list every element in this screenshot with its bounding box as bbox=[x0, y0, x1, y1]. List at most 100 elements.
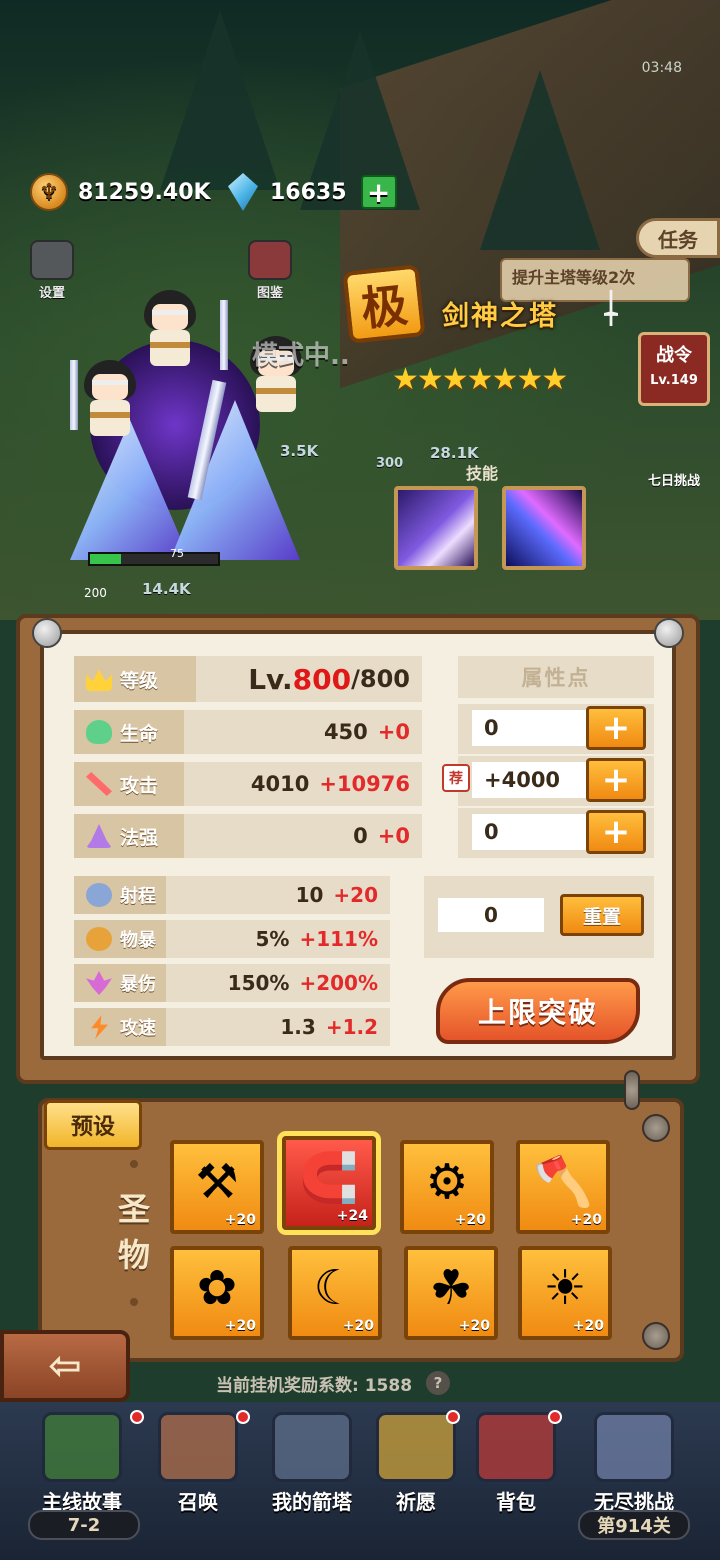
relic-level: +20 bbox=[458, 1318, 490, 1334]
notification-dot bbox=[130, 1410, 144, 1424]
add-attribute-button[interactable]: + bbox=[586, 706, 646, 750]
help-icon[interactable]: ? bbox=[426, 1371, 451, 1395]
nav-main-story[interactable]: 主线故事 bbox=[34, 1412, 130, 1522]
hp-bar-number: 75 bbox=[170, 547, 184, 560]
attribute-input[interactable]: 0 bbox=[472, 710, 590, 746]
back-button[interactable]: ⇦ bbox=[0, 1330, 130, 1402]
relic-level: +20 bbox=[342, 1318, 374, 1334]
crit-damage-icon bbox=[86, 971, 112, 995]
level-max: /800 bbox=[351, 665, 410, 693]
floating-sword bbox=[70, 360, 78, 430]
crown-icon bbox=[86, 669, 112, 691]
stat-chip-magic: 法强 bbox=[74, 814, 184, 858]
add-attribute-button[interactable]: + bbox=[586, 758, 646, 802]
tower-name: 剑神之塔 bbox=[442, 301, 558, 332]
stat-chip-range: 射程 bbox=[74, 876, 166, 914]
clover-card-icon: ☘ bbox=[429, 1260, 473, 1316]
add-diamond-button[interactable]: + bbox=[360, 175, 397, 209]
relic-slot[interactable]: ☀ +20 bbox=[518, 1246, 612, 1340]
nav-backpack[interactable]: 背包 bbox=[468, 1412, 564, 1522]
sun-icon: ☀ bbox=[543, 1260, 587, 1316]
hp-label: 生命 bbox=[120, 722, 159, 745]
add-attribute-button[interactable]: + bbox=[586, 810, 646, 854]
remaining-points: 0 bbox=[438, 898, 544, 932]
stat-chip-crit-rate: 物暴 bbox=[74, 920, 166, 958]
crit-rate-icon bbox=[86, 927, 112, 951]
nav-label: 背包 bbox=[496, 1490, 536, 1514]
skills-label: 技能 bbox=[466, 464, 499, 483]
attack-speed-bonus: +1.2 bbox=[325, 1015, 378, 1039]
screw-icon bbox=[642, 1114, 670, 1142]
crit-rate-bonus: +111% bbox=[299, 927, 378, 951]
range-bonus: +20 bbox=[333, 883, 378, 907]
pin-icon bbox=[32, 618, 62, 648]
nav-wish[interactable]: 祈愿 bbox=[368, 1412, 464, 1522]
reset-panel: 0 重置 bbox=[424, 876, 654, 958]
swordsman-character bbox=[80, 360, 140, 436]
diamond-icon bbox=[228, 173, 258, 211]
relic-slot[interactable]: ☾ +20 bbox=[288, 1246, 382, 1340]
range-label: 射程 bbox=[120, 886, 156, 907]
relic-slot[interactable]: 🧲 +24 bbox=[282, 1136, 376, 1230]
relic-slot[interactable]: ⚒ +20 bbox=[170, 1140, 264, 1234]
relic-slot[interactable]: ✿ +20 bbox=[170, 1246, 264, 1340]
gold-resource: ♆ 81259.40K bbox=[30, 172, 211, 212]
stat-chip-hp: 生命 bbox=[74, 710, 184, 754]
crit-damage-value: 150% +200% bbox=[228, 964, 378, 1002]
crit-damage-base: 150% bbox=[227, 971, 290, 995]
level-badge: 200 bbox=[84, 586, 107, 600]
attack-base: 4010 bbox=[250, 772, 310, 796]
tower-icon bbox=[272, 1412, 352, 1482]
magic-base: 0 bbox=[353, 824, 368, 848]
relic-level: +20 bbox=[454, 1212, 486, 1228]
attribute-input[interactable]: 0 bbox=[472, 814, 590, 850]
idle-text: 当前挂机奖励系数: 1588 bbox=[216, 1375, 413, 1396]
nav-label: 我的箭塔 bbox=[272, 1490, 352, 1514]
nav-summon[interactable]: 召唤 bbox=[150, 1412, 246, 1522]
battle-pass-label: 战令 bbox=[656, 345, 692, 366]
nav-endless-challenge[interactable]: 无尽挑战 bbox=[582, 1412, 686, 1522]
reset-button[interactable]: 重置 bbox=[560, 894, 644, 936]
gold-coin-icon: ♆ bbox=[30, 173, 68, 211]
floating-sword bbox=[220, 300, 228, 370]
attribute-row-magic: 0 + bbox=[458, 808, 654, 858]
preset-button[interactable]: 预设 bbox=[44, 1100, 142, 1150]
heart-icon bbox=[86, 720, 112, 744]
battle-pass-button[interactable]: 战令 Lv.149 bbox=[638, 332, 710, 406]
nav-my-towers[interactable]: 我的箭塔 bbox=[262, 1412, 362, 1522]
idle-timer: 03:48 bbox=[641, 60, 682, 76]
relic-slot[interactable]: ☘ +20 bbox=[404, 1246, 498, 1340]
stat-row-crit-rate: 物暴 5% +111% bbox=[74, 920, 390, 958]
backpack-icon bbox=[476, 1412, 556, 1482]
relic-title: 圣物 bbox=[117, 1190, 150, 1274]
hp-fill bbox=[90, 554, 121, 564]
relic-slot[interactable]: 🪓 +20 bbox=[516, 1140, 610, 1234]
background-tree bbox=[160, 10, 280, 190]
wizard-hat-icon bbox=[86, 824, 112, 848]
relic-level: +20 bbox=[224, 1212, 256, 1228]
star-rating: ★★★★★★★ bbox=[392, 362, 568, 397]
attribute-input[interactable]: +4000 bbox=[472, 762, 590, 798]
stat-chip-attack: 攻击 bbox=[74, 762, 184, 806]
tier-badge: 极 bbox=[342, 264, 426, 344]
tasks-tab[interactable]: 任务 bbox=[636, 218, 720, 258]
stat-row-magic: 法强 0 +0 bbox=[74, 814, 422, 858]
skill-slot-2[interactable] bbox=[502, 486, 586, 570]
battle-pass-level: Lv.149 bbox=[650, 373, 698, 388]
limit-break-button[interactable]: 上限突破 bbox=[436, 978, 640, 1044]
tower-hp-bar bbox=[88, 552, 220, 566]
crossed-swords-icon bbox=[594, 1412, 674, 1482]
background-tree bbox=[480, 70, 600, 250]
pin-icon bbox=[654, 618, 684, 648]
relic-level: +20 bbox=[570, 1212, 602, 1228]
seven-day-challenge-button[interactable]: 七日挑战 bbox=[634, 412, 714, 492]
crit-rate-base: 5% bbox=[255, 927, 290, 951]
screw-icon bbox=[642, 1322, 670, 1350]
pin-icon bbox=[624, 1070, 640, 1110]
skill-slot-1[interactable] bbox=[394, 486, 478, 570]
relic-slot[interactable]: ⚙ +20 bbox=[400, 1140, 494, 1234]
hp-value: 450 +0 bbox=[324, 710, 410, 754]
diamond-resource: 16635 + bbox=[228, 172, 397, 212]
mode-text: 模式中.. bbox=[252, 341, 350, 371]
level-label: 等级 bbox=[120, 669, 159, 692]
